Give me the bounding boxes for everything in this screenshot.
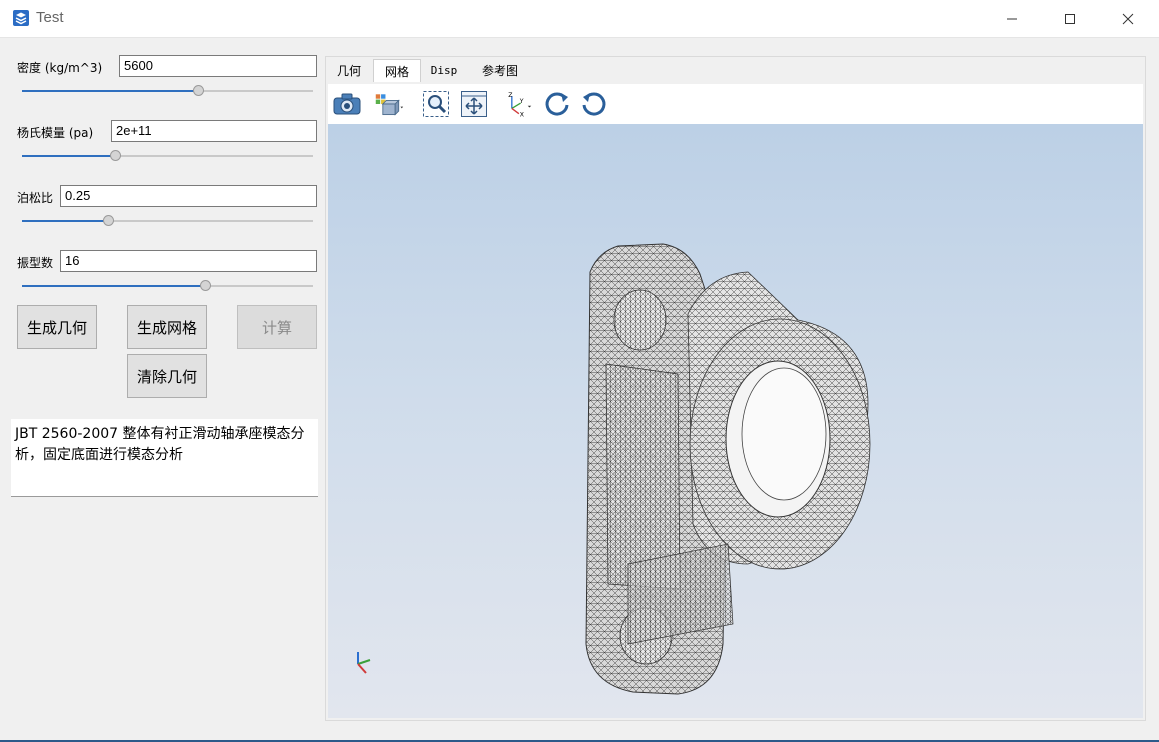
fit-all-icon[interactable]	[459, 89, 489, 119]
youngs-modulus-label: 杨氏模量 (pa)	[17, 126, 94, 140]
close-icon[interactable]	[1099, 0, 1157, 37]
poisson-ratio-label: 泊松比	[17, 191, 54, 205]
mesh-model	[357, 243, 871, 695]
xyz-triad-icon	[357, 652, 371, 674]
youngs-modulus-input[interactable]: 2e+11	[111, 120, 317, 142]
description-text[interactable]: JBT 2560-2007 整体有衬正滑动轴承座模态分析，固定底面进行模态分析	[11, 419, 318, 497]
rotate-ccw-icon[interactable]	[579, 89, 609, 119]
mode-count-slider-fill	[22, 285, 205, 287]
tab-geometry[interactable]: 几何	[333, 59, 365, 81]
generate-mesh-button[interactable]: 生成网格	[127, 305, 207, 349]
tab-disp[interactable]: Disp	[427, 59, 461, 81]
svg-text:Y: Y	[519, 98, 524, 105]
app-icon	[12, 9, 30, 27]
svg-text:X: X	[520, 111, 525, 118]
mode-count-slider[interactable]	[22, 280, 313, 291]
poisson-ratio-slider-handle[interactable]	[103, 215, 114, 226]
camera-icon[interactable]	[332, 89, 362, 119]
rotate-cw-icon[interactable]	[542, 89, 572, 119]
mode-count-slider-handle[interactable]	[200, 280, 211, 291]
tab-mesh[interactable]: 网格	[373, 59, 421, 82]
youngs-modulus-slider-fill	[22, 155, 115, 157]
compute-button[interactable]: 计算	[237, 305, 317, 349]
mode-count-label: 振型数	[17, 256, 54, 270]
minimize-icon[interactable]	[983, 0, 1041, 37]
density-slider-handle[interactable]	[193, 85, 204, 96]
3d-viewport[interactable]	[328, 124, 1143, 718]
poisson-ratio-slider[interactable]	[22, 215, 313, 226]
youngs-modulus-slider[interactable]	[22, 150, 313, 161]
clear-geometry-button[interactable]: 清除几何	[127, 354, 207, 398]
zoom-box-icon[interactable]	[421, 89, 451, 119]
density-slider[interactable]	[22, 85, 313, 96]
axes-orientation-icon[interactable]: Z Y X	[503, 89, 533, 119]
mode-count-input[interactable]: 16	[60, 250, 317, 272]
tab-reference[interactable]: 参考图	[476, 59, 524, 81]
density-slider-fill	[22, 90, 199, 92]
youngs-modulus-slider-handle[interactable]	[110, 150, 121, 161]
view-cube-icon[interactable]	[374, 89, 404, 119]
maximize-icon[interactable]	[1041, 0, 1099, 37]
svg-text:Z: Z	[508, 92, 512, 99]
density-input[interactable]: 5600	[119, 55, 317, 77]
density-label: 密度 (kg/m^3)	[17, 61, 103, 75]
title-bar[interactable]: Test	[0, 0, 1159, 38]
poisson-ratio-input[interactable]: 0.25	[60, 185, 317, 207]
window-title: Test	[36, 9, 64, 26]
view-toolbar: Z Y X	[328, 84, 1143, 124]
generate-geometry-button[interactable]: 生成几何	[17, 305, 97, 349]
poisson-ratio-slider-fill	[22, 220, 108, 222]
